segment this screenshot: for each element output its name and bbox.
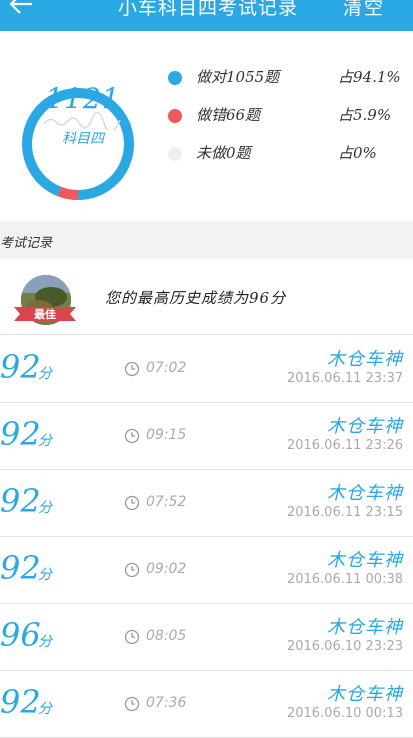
record-row[interactable]: 92 分 07:52 木仓车神 2016.06.11 23:15	[0, 470, 413, 537]
clock-icon	[124, 361, 140, 377]
exam-datetime: 2016.06.11 00:38	[286, 572, 403, 587]
score-unit: 分	[38, 701, 52, 717]
best-score-text: 您的最高历史成绩为96分	[105, 289, 287, 307]
wrong-dot-icon	[168, 109, 182, 123]
legend-label: 做错66题	[196, 106, 261, 124]
record-row[interactable]: 92 分 07:02 木仓车神 2016.06.11 23:37	[0, 336, 413, 403]
score-value: 92	[0, 415, 41, 453]
subject-label: 科目四	[62, 131, 104, 147]
exam-datetime: 2016.06.10 23:23	[286, 639, 403, 654]
exam-datetime: 2016.06.11 23:26	[286, 438, 403, 453]
record-row[interactable]: 92 分 09:02 木仓车神 2016.06.11 00:38	[0, 537, 413, 604]
score-unit: 分	[38, 500, 52, 516]
score-unit: 分	[38, 634, 52, 650]
legend-percent: 占94.1%	[338, 68, 401, 86]
exam-datetime: 2016.06.11 23:15	[286, 505, 403, 520]
score-unit: 分	[38, 366, 52, 382]
clock-icon	[124, 629, 140, 645]
exam-duration: 07:52	[146, 494, 187, 510]
clock-icon	[124, 495, 140, 511]
page-title: 小车科目四考试记录	[118, 0, 299, 19]
legend-label: 做对1055题	[196, 68, 280, 86]
legend-percent: 占0%	[338, 144, 377, 162]
score-value: 92	[0, 683, 41, 721]
legend-correct: 做对1055题 占94.1%	[168, 66, 408, 88]
clock-icon	[124, 428, 140, 444]
score-value: 92	[0, 549, 41, 587]
clock-icon	[124, 696, 140, 712]
score-unit: 分	[38, 567, 52, 583]
best-score-row: 最佳 您的最高历史成绩为96分	[0, 262, 413, 335]
score-value: 92	[0, 482, 41, 520]
legend-undone: 未做0题 占0%	[168, 142, 408, 164]
total-count: 1121	[45, 82, 121, 115]
exam-duration: 07:36	[146, 695, 187, 711]
undone-dot-icon	[168, 147, 182, 161]
correct-dot-icon	[168, 71, 182, 85]
exam-datetime: 2016.06.10 00:13	[286, 706, 403, 721]
record-row[interactable]: 96 分 08:05 木仓车神 2016.06.10 23:23	[0, 604, 413, 671]
legend-percent: 占5.9%	[338, 106, 392, 124]
record-row[interactable]: 92 分 09:15 木仓车神 2016.06.11 23:26	[0, 403, 413, 470]
back-arrow-icon[interactable]	[6, 0, 36, 18]
rank-title: 木仓车神	[327, 349, 403, 370]
best-badge: 最佳	[34, 308, 56, 321]
exam-duration: 07:02	[146, 360, 187, 376]
score-value: 96	[0, 616, 41, 654]
score-value: 92	[0, 348, 41, 386]
rank-title: 木仓车神	[327, 416, 403, 437]
section-divider	[0, 221, 413, 259]
exam-duration: 09:15	[146, 427, 187, 443]
clear-button[interactable]: 清空	[343, 0, 385, 20]
score-unit: 分	[38, 433, 52, 449]
record-row[interactable]: 92 分 07:36 木仓车神 2016.06.10 00:13	[0, 671, 413, 738]
rank-title: 木仓车神	[327, 617, 403, 638]
app-header: 小车科目四考试记录 清空	[0, 0, 413, 31]
rank-title: 木仓车神	[327, 684, 403, 705]
section-title: 考试记录	[0, 236, 53, 251]
legend-wrong: 做错66题 占5.9%	[168, 104, 408, 126]
rank-title: 木仓车神	[327, 483, 403, 504]
exam-datetime: 2016.06.11 23:37	[286, 371, 403, 386]
legend-label: 未做0题	[196, 144, 251, 162]
exam-duration: 09:02	[146, 561, 187, 577]
exam-duration: 08:05	[146, 628, 187, 644]
rank-title: 木仓车神	[327, 550, 403, 571]
clock-icon	[124, 562, 140, 578]
